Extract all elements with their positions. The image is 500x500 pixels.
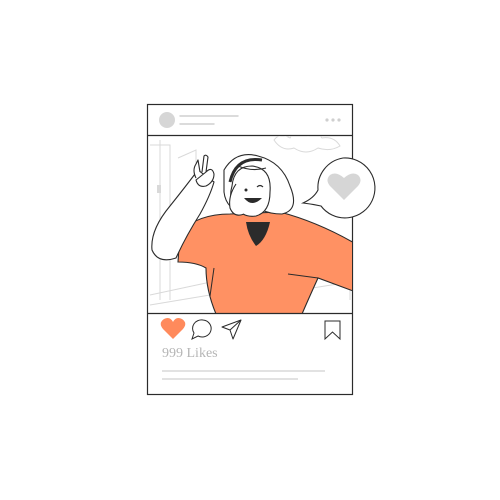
- social-post-illustration: 999 Likes: [0, 0, 500, 500]
- more-dots-icon[interactable]: [325, 118, 341, 122]
- illustration-canvas: [146, 103, 376, 396]
- person-face: [228, 157, 271, 217]
- likes-count: 999 Likes: [162, 346, 218, 361]
- avatar[interactable]: [159, 112, 175, 128]
